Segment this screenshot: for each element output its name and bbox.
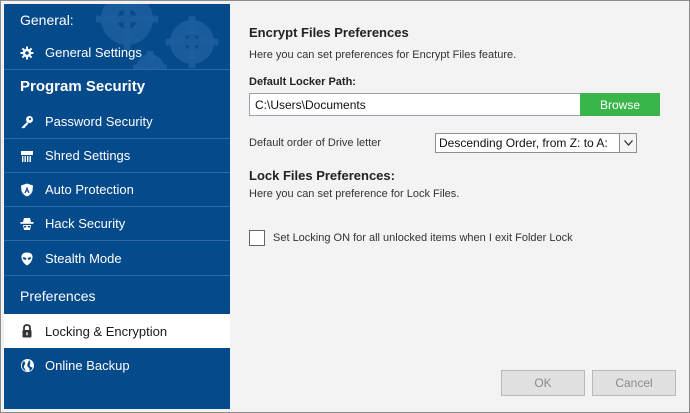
browse-button[interactable]: Browse xyxy=(580,93,660,116)
locking-on-exit-checkbox[interactable] xyxy=(249,230,265,246)
sidebar-item-label: Password Security xyxy=(45,114,153,129)
lock-files-title: Lock Files Preferences: xyxy=(249,168,395,183)
gear-icon xyxy=(19,45,35,61)
lock-icon xyxy=(19,323,35,339)
general-header: General: xyxy=(20,12,74,28)
key-icon xyxy=(19,114,35,130)
sidebar-item-label: Online Backup xyxy=(45,357,130,373)
globe-icon xyxy=(19,357,35,373)
locker-path-input[interactable] xyxy=(249,93,582,116)
sidebar-item-label: Shred Settings xyxy=(45,148,131,163)
sidebar-item-label: General Settings xyxy=(45,45,142,60)
chevron-down-icon[interactable] xyxy=(619,134,636,152)
encrypt-files-description: Here you can set preferences for Encrypt… xyxy=(249,49,517,61)
sidebar-item-label: Stealth Mode xyxy=(45,251,122,266)
sidebar-item-online-backup[interactable]: Online Backup xyxy=(4,348,230,382)
main-panel: Encrypt Files Preferences Here you can s… xyxy=(230,4,688,409)
sidebar-item-shred-settings[interactable]: Shred Settings xyxy=(4,139,230,173)
sidebar-item-auto-protection[interactable]: Auto Protection xyxy=(4,173,230,207)
sidebar-item-locking-encryption[interactable]: Locking & Encryption xyxy=(4,314,230,348)
sidebar-item-label: Auto Protection xyxy=(45,182,134,197)
drive-order-selected-value: Descending Order, from Z: to A: xyxy=(439,136,608,150)
sidebar-item-password-security[interactable]: Password Security xyxy=(4,105,230,139)
sidebar-item-stealth-mode[interactable]: Stealth Mode xyxy=(4,242,230,276)
shield-a-icon xyxy=(19,182,35,198)
locking-on-exit-label[interactable]: Set Locking ON for all unlocked items wh… xyxy=(273,232,573,244)
alien-icon xyxy=(19,251,35,267)
window-frame: General: General Settings Program Securi… xyxy=(0,0,690,413)
cancel-button[interactable]: Cancel xyxy=(592,370,676,396)
sidebar-item-hack-security[interactable]: Hack Security xyxy=(4,207,230,241)
shredder-icon xyxy=(19,148,35,164)
drive-order-select[interactable]: Descending Order, from Z: to A: xyxy=(435,133,637,153)
encrypt-files-title: Encrypt Files Preferences xyxy=(249,25,409,40)
lock-files-description: Here you can set preference for Lock Fil… xyxy=(249,188,460,200)
drive-order-label: Default order of Drive letter xyxy=(249,137,382,149)
spy-icon xyxy=(19,216,35,232)
sidebar-item-label: Locking & Encryption xyxy=(45,323,168,339)
ok-button[interactable]: OK xyxy=(501,370,585,396)
program-security-header: Program Security xyxy=(4,69,230,103)
default-locker-path-label: Default Locker Path: xyxy=(249,76,356,88)
sidebar-item-general-settings[interactable]: General Settings xyxy=(4,36,230,70)
sidebar: General: General Settings Program Securi… xyxy=(4,4,230,409)
preferences-header: Preferences xyxy=(4,278,230,314)
sidebar-item-label: Hack Security xyxy=(45,216,126,231)
